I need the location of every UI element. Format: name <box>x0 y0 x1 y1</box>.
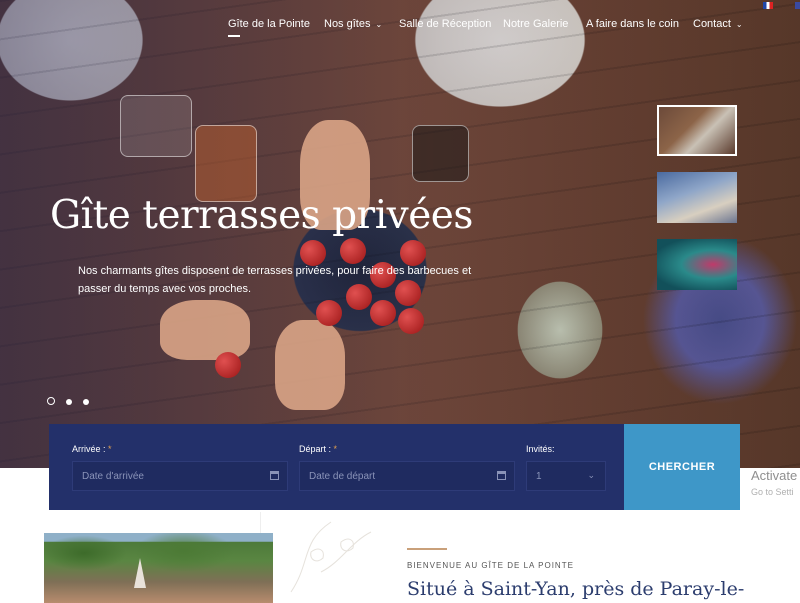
slider-dot-2[interactable] <box>66 399 72 405</box>
chevron-down-icon: ⌄ <box>375 20 383 29</box>
activation-watermark-subtitle: Go to Setti <box>751 487 794 497</box>
glass-decoration <box>120 95 192 157</box>
slider-thumbnails <box>657 105 737 306</box>
tomato-decoration <box>370 300 396 326</box>
slider-dot-3[interactable] <box>83 399 89 405</box>
hand-decoration <box>275 320 345 410</box>
intro-heading: Situé à Saint-Yan, près de Paray-le- <box>407 578 745 600</box>
main-navigation: Gîte de la Pointe Nos gîtes ⌄ Salle de Ré… <box>0 18 800 37</box>
nav-item-nos-gites[interactable]: Nos gîtes ⌄ <box>324 18 382 30</box>
soda-glass-decoration <box>412 125 469 182</box>
nav-item-salle-de-reception[interactable]: Salle de Réception <box>399 18 491 30</box>
activation-watermark-title: Activate <box>751 468 798 483</box>
french-flag-icon[interactable] <box>763 2 773 9</box>
departure-date-input[interactable]: Date de départ <box>299 461 515 491</box>
hero-subtitle: Nos charmants gîtes disposent de terrass… <box>78 265 472 295</box>
search-button[interactable]: CHERCHER <box>624 424 740 510</box>
departure-date-placeholder: Date de départ <box>309 471 376 482</box>
booking-form: Arrivée : * Date d'arrivée Départ : * Da… <box>49 424 624 510</box>
section-accent-line <box>407 548 447 550</box>
slider-dots <box>47 392 100 410</box>
nav-item-a-faire[interactable]: A faire dans le coin <box>586 18 679 30</box>
nav-item-gite-de-la-pointe[interactable]: Gîte de la Pointe <box>228 18 310 37</box>
calendar-icon <box>270 471 279 480</box>
tomato-decoration <box>398 308 424 334</box>
tomato-decoration <box>340 238 366 264</box>
chevron-down-icon: ⌄ <box>735 20 743 29</box>
nav-item-notre-galerie[interactable]: Notre Galerie <box>503 18 568 30</box>
arrival-label: Arrivée : * <box>72 444 112 454</box>
guests-value: 1 <box>536 471 542 482</box>
tomato-decoration <box>215 352 241 378</box>
tomato-decoration <box>316 300 342 326</box>
nav-item-contact[interactable]: Contact ⌄ <box>693 18 743 30</box>
floral-decoration <box>260 512 381 600</box>
guests-select[interactable]: 1 ⌄ <box>526 461 606 491</box>
arrival-date-placeholder: Date d'arrivée <box>82 471 144 482</box>
calendar-icon <box>497 471 506 480</box>
gite-aerial-photo <box>44 533 273 603</box>
departure-label: Départ : * <box>299 444 338 454</box>
church-spire <box>134 558 146 588</box>
slider-thumbnail-1[interactable] <box>657 105 737 156</box>
hand-decoration <box>160 300 250 360</box>
juice-glass-decoration <box>195 125 257 202</box>
slider-thumbnail-2[interactable] <box>657 172 737 223</box>
arrival-date-input[interactable]: Date d'arrivée <box>72 461 288 491</box>
welcome-eyebrow: BIENVENUE AU GÎTE DE LA POINTE <box>407 561 574 570</box>
guests-label: Invités: <box>526 444 555 454</box>
chevron-down-icon: ⌄ <box>587 470 595 480</box>
uk-flag-icon[interactable] <box>795 2 800 9</box>
slider-thumbnail-3[interactable] <box>657 239 737 290</box>
hero-title: Gîte terrasses privées <box>50 193 473 238</box>
slider-dot-1[interactable] <box>47 397 55 405</box>
